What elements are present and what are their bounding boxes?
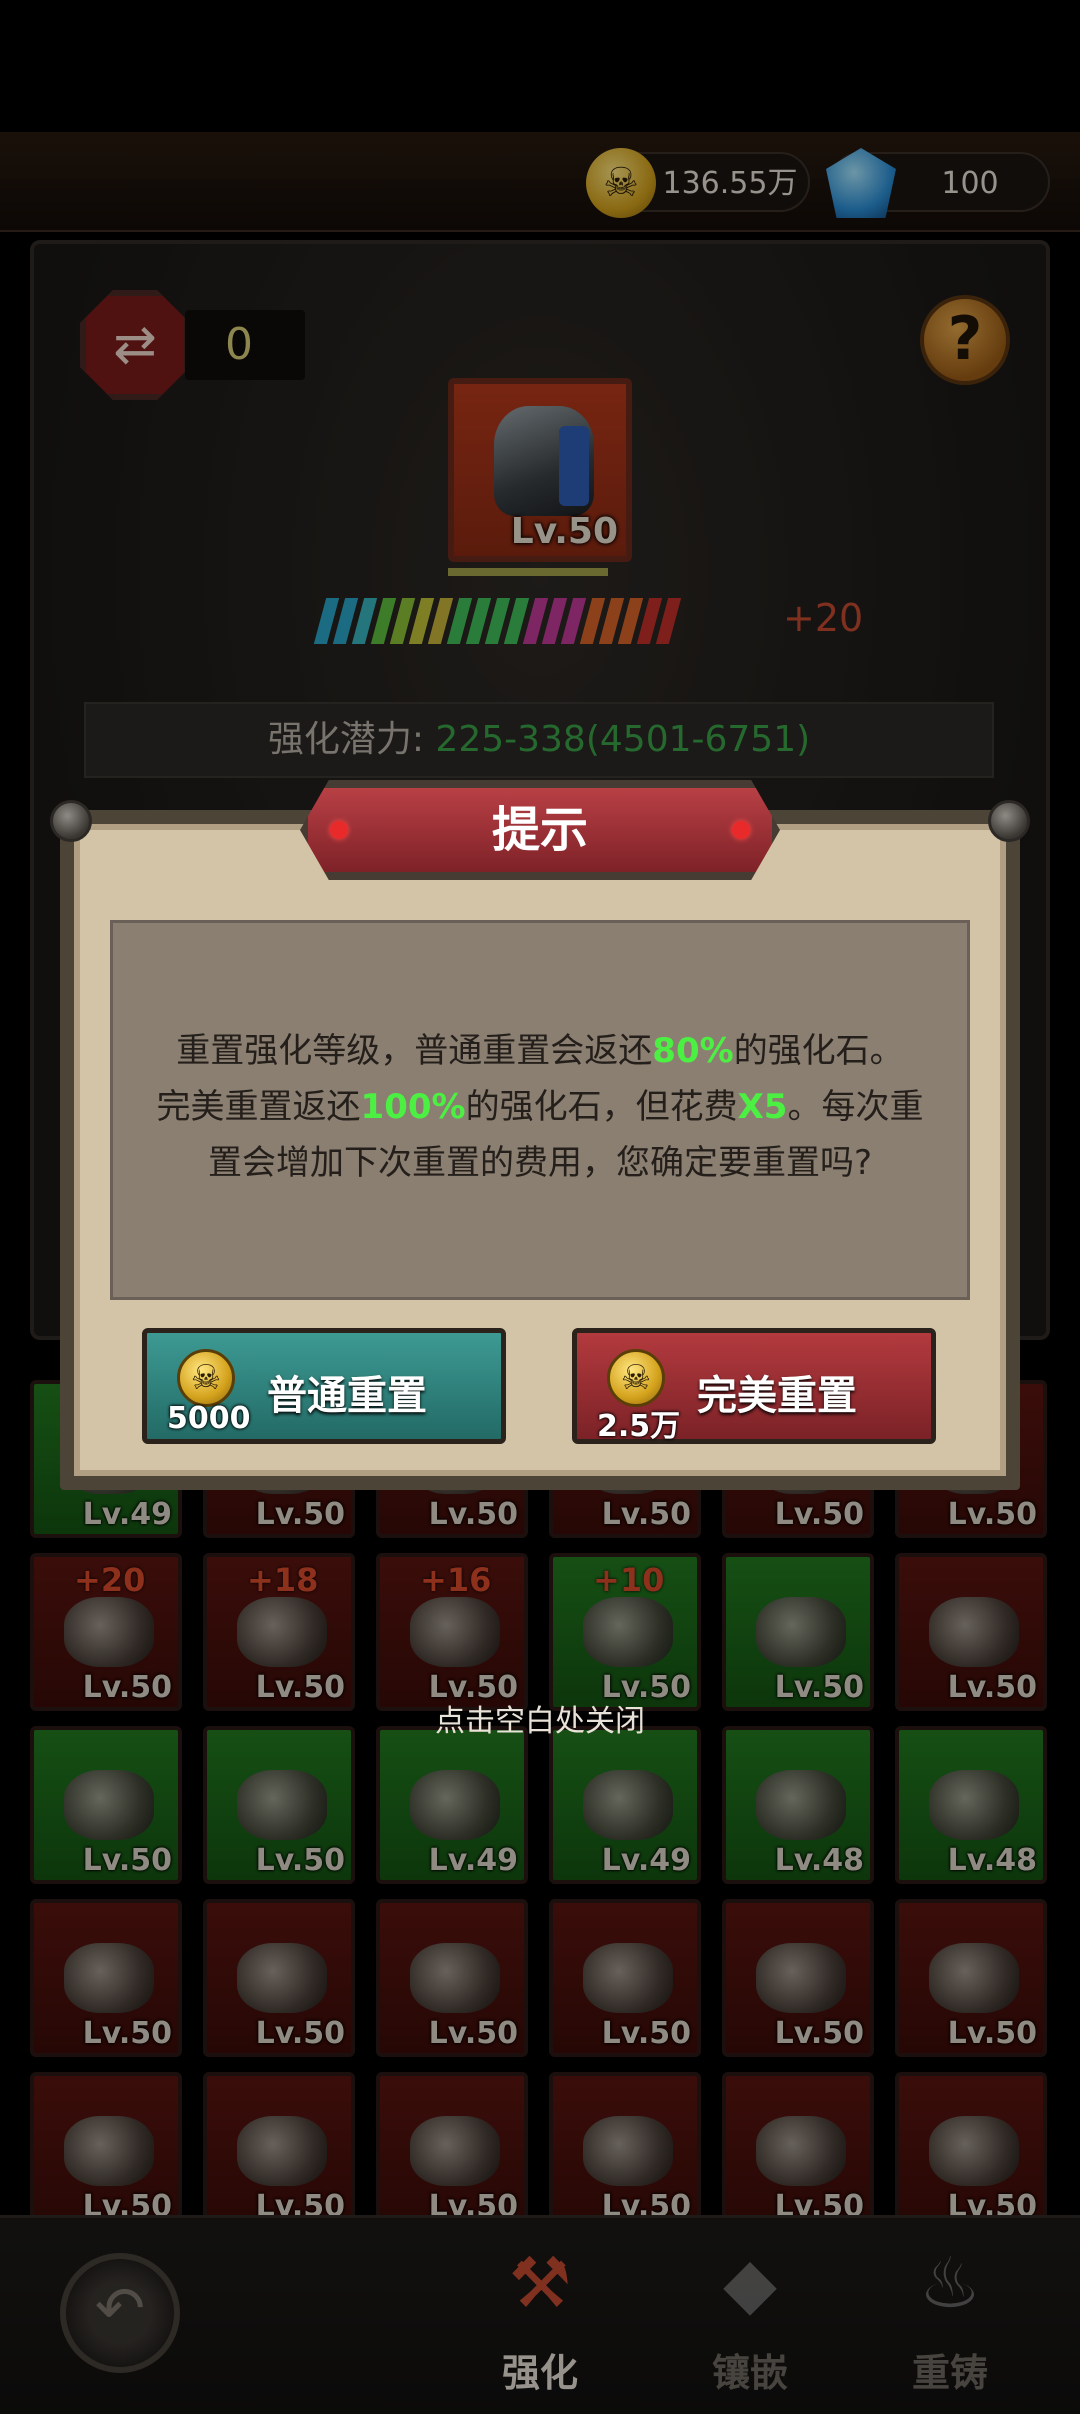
bolt-icon <box>988 800 1030 842</box>
dialog-title: 提示 <box>300 780 780 880</box>
bolt-icon <box>50 800 92 842</box>
normal-reset-label: 普通重置 <box>267 1373 427 1419</box>
normal-reset-cost: 5000 <box>167 1401 251 1436</box>
dialog-title-text: 提示 <box>491 802 588 858</box>
perfect-reset-cost: 2.5万 <box>597 1409 681 1444</box>
normal-reset-button[interactable]: ☠ 5000 普通重置 <box>142 1328 506 1444</box>
close-hint: 点击空白处关闭 <box>435 1704 645 1739</box>
dialog-message: 重置强化等级，普通重置会返还80%的强化石。 完美重置返还100%的强化石，但花… <box>156 1031 924 1183</box>
skull-coin-icon: ☠ <box>607 1349 665 1407</box>
skull-coin-icon: ☠ <box>177 1349 235 1407</box>
red-gem-icon <box>732 821 750 839</box>
red-gem-icon <box>330 821 348 839</box>
perfect-reset-label: 完美重置 <box>697 1373 857 1419</box>
dialog-message-box: 重置强化等级，普通重置会返还80%的强化石。 完美重置返还100%的强化石，但花… <box>110 920 970 1300</box>
perfect-reset-button[interactable]: ☠ 2.5万 完美重置 <box>572 1328 936 1444</box>
